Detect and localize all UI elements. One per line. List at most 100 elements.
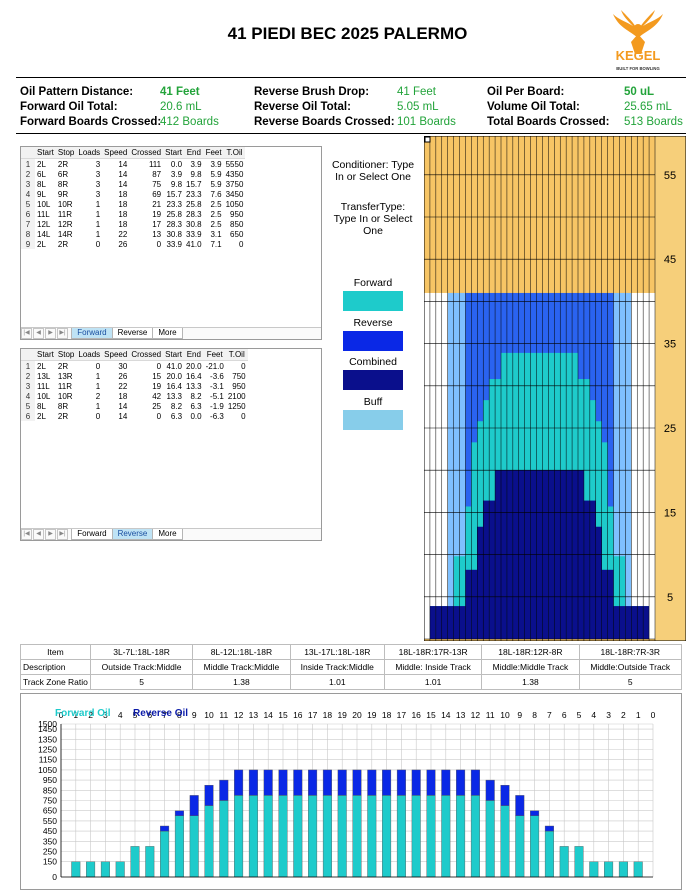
- table-cell[interactable]: 750: [226, 371, 248, 381]
- table-cell[interactable]: 8.2: [184, 391, 204, 401]
- table-cell[interactable]: 1: [76, 381, 102, 391]
- table-cell[interactable]: 850: [224, 219, 246, 229]
- table-cell[interactable]: 4350: [224, 169, 246, 179]
- table-cell[interactable]: 69: [129, 189, 163, 199]
- table-cell[interactable]: 0.0: [184, 411, 204, 421]
- table-cell[interactable]: 8L: [35, 179, 56, 189]
- table-cell[interactable]: 13R: [56, 371, 76, 381]
- table-cell[interactable]: 26: [102, 371, 129, 381]
- nav-next-icon[interactable]: ▶: [45, 328, 56, 339]
- table-cell[interactable]: 20.0: [184, 361, 204, 372]
- row-number[interactable]: 7: [21, 219, 35, 229]
- table-cell[interactable]: 2.5: [204, 199, 224, 209]
- table-cell[interactable]: 10R: [56, 391, 76, 401]
- table-cell[interactable]: 19: [129, 209, 163, 219]
- table-cell[interactable]: 3.9: [184, 159, 204, 170]
- table-cell[interactable]: 0: [76, 239, 102, 249]
- table-cell[interactable]: 1: [76, 199, 102, 209]
- table-cell[interactable]: 16.4: [184, 371, 204, 381]
- table-cell[interactable]: 7.1: [204, 239, 224, 249]
- table-cell[interactable]: 8L: [35, 401, 56, 411]
- table-cell[interactable]: 5.9: [204, 179, 224, 189]
- tab-more[interactable]: More: [152, 529, 183, 540]
- nav-first-icon[interactable]: |◀: [21, 529, 32, 540]
- table-cell[interactable]: 28.3: [163, 219, 184, 229]
- table-cell[interactable]: 1: [76, 371, 102, 381]
- table-cell[interactable]: 2L: [35, 361, 56, 372]
- table-cell[interactable]: 0: [226, 411, 248, 421]
- row-number[interactable]: 3: [21, 179, 35, 189]
- table-cell[interactable]: 30.8: [163, 229, 184, 239]
- table-cell[interactable]: 3: [76, 169, 102, 179]
- table-cell[interactable]: 950: [224, 209, 246, 219]
- table-cell[interactable]: 2.5: [204, 209, 224, 219]
- table-cell[interactable]: 3.9: [163, 169, 184, 179]
- tab-more[interactable]: More: [152, 328, 183, 339]
- table-cell[interactable]: 28.3: [184, 209, 204, 219]
- table-cell[interactable]: 3750: [224, 179, 246, 189]
- table-cell[interactable]: 20.0: [163, 371, 184, 381]
- tab-reverse[interactable]: Reverse: [111, 328, 154, 339]
- table-cell[interactable]: 14R: [56, 229, 76, 239]
- table-cell[interactable]: 14L: [35, 229, 56, 239]
- table-cell[interactable]: 41.0: [163, 361, 184, 372]
- table-cell[interactable]: 9R: [56, 189, 76, 199]
- tab-forward[interactable]: Forward: [71, 529, 113, 540]
- table-cell[interactable]: 23.3: [163, 199, 184, 209]
- table-cell[interactable]: 30: [102, 361, 129, 372]
- table-cell[interactable]: 1: [76, 219, 102, 229]
- table-cell[interactable]: 3.9: [204, 159, 224, 170]
- table-cell[interactable]: 6.3: [163, 411, 184, 421]
- table-cell[interactable]: 950: [226, 381, 248, 391]
- table-cell[interactable]: 42: [129, 391, 163, 401]
- table-cell[interactable]: 2L: [35, 239, 56, 249]
- table-cell[interactable]: 1: [76, 401, 102, 411]
- table-cell[interactable]: 2.5: [204, 219, 224, 229]
- table-cell[interactable]: 2R: [56, 239, 76, 249]
- table-cell[interactable]: 2R: [56, 411, 76, 421]
- nav-last-icon[interactable]: ▶|: [57, 529, 68, 540]
- table-cell[interactable]: 7.6: [204, 189, 224, 199]
- table-cell[interactable]: 3450: [224, 189, 246, 199]
- table-cell[interactable]: 15: [129, 371, 163, 381]
- row-number[interactable]: 4: [21, 391, 35, 401]
- table-cell[interactable]: 1050: [224, 199, 246, 209]
- table-cell[interactable]: 10L: [35, 199, 56, 209]
- row-number[interactable]: 2: [21, 169, 35, 179]
- table-cell[interactable]: 25: [129, 401, 163, 411]
- nav-last-icon[interactable]: ▶|: [57, 328, 68, 339]
- tab-reverse[interactable]: Reverse: [111, 529, 154, 540]
- table-cell[interactable]: 25.8: [163, 209, 184, 219]
- row-number[interactable]: 1: [21, 158, 35, 169]
- nav-first-icon[interactable]: |◀: [21, 328, 32, 339]
- table-cell[interactable]: 11R: [56, 381, 76, 391]
- table-cell[interactable]: 25.8: [184, 199, 204, 209]
- table-cell[interactable]: 23.3: [184, 189, 204, 199]
- table-cell[interactable]: 33.9: [163, 239, 184, 249]
- table-cell[interactable]: 18: [102, 209, 129, 219]
- table-cell[interactable]: 17: [129, 219, 163, 229]
- table-cell[interactable]: 11R: [56, 209, 76, 219]
- nav-next-icon[interactable]: ▶: [45, 529, 56, 540]
- nav-prev-icon[interactable]: ◀: [33, 328, 44, 339]
- table-cell[interactable]: 18: [102, 391, 129, 401]
- table-cell[interactable]: 15.7: [184, 179, 204, 189]
- table-cell[interactable]: -3.1: [204, 381, 226, 391]
- table-cell[interactable]: 2L: [35, 159, 56, 170]
- table-cell[interactable]: 11L: [35, 209, 56, 219]
- table-cell[interactable]: 6L: [35, 169, 56, 179]
- table-cell[interactable]: 75: [129, 179, 163, 189]
- table-cell[interactable]: 16.4: [163, 381, 184, 391]
- table-cell[interactable]: 6R: [56, 169, 76, 179]
- table-cell[interactable]: 1250: [226, 401, 248, 411]
- table-cell[interactable]: 12L: [35, 219, 56, 229]
- table-cell[interactable]: 1: [76, 229, 102, 239]
- table-cell[interactable]: 13.3: [184, 381, 204, 391]
- table-cell[interactable]: 11L: [35, 381, 56, 391]
- row-number[interactable]: 6: [21, 411, 35, 421]
- table-cell[interactable]: 10R: [56, 199, 76, 209]
- table-cell[interactable]: 0: [129, 361, 163, 372]
- row-number[interactable]: 3: [21, 381, 35, 391]
- table-cell[interactable]: 18: [102, 219, 129, 229]
- table-cell[interactable]: 0: [129, 411, 163, 421]
